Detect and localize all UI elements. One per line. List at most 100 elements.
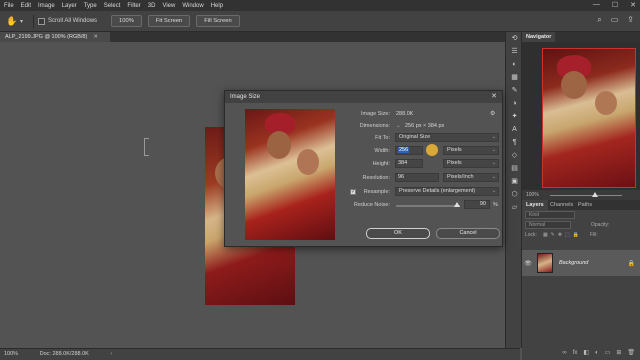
eye-icon[interactable]: 👁 [522, 260, 534, 267]
document-tab[interactable]: ALP_2199.JPG @ 100% (RGB/8) ✕ [0, 32, 110, 42]
menu-file[interactable]: File [4, 3, 14, 9]
navigator-thumbnail[interactable] [542, 48, 636, 188]
color-icon[interactable]: ◐ [506, 58, 523, 71]
menu-image[interactable]: Image [38, 3, 55, 9]
dialog-title-bar[interactable]: Image Size ✕ [225, 91, 502, 103]
menu-layer[interactable]: Layer [62, 3, 77, 9]
photoshop-window: File Edit Image Layer Type Select Filter… [0, 0, 640, 360]
lock-icon[interactable]: 🔒 [628, 260, 635, 267]
reduce-noise-slider[interactable] [396, 205, 460, 207]
resample-checkbox[interactable]: ✓ [350, 189, 356, 195]
navigator-zoom-value[interactable]: 100% [526, 192, 539, 198]
close-icon[interactable]: ✕ [93, 34, 98, 40]
resolution-unit-select[interactable]: Pixels/Inch ⌄ [443, 173, 499, 182]
menu-view[interactable]: View [162, 3, 175, 9]
minimize-button[interactable]: — [593, 1, 600, 9]
properties-icon[interactable]: ☰ [506, 45, 523, 58]
resolution-unit: Pixels/Inch [447, 174, 474, 180]
adjustments-icon[interactable]: ◑ [506, 97, 523, 110]
timeline-icon[interactable]: ▱ [506, 201, 523, 214]
libraries-icon[interactable]: ▣ [506, 175, 523, 188]
height-label: Height: [372, 161, 390, 167]
menu-type[interactable]: Type [84, 3, 97, 9]
resolution-input[interactable]: 96 [395, 173, 439, 182]
navigator-zoom-slider[interactable] [550, 195, 622, 196]
menu-help[interactable]: Help [211, 3, 223, 9]
search-icon[interactable]: ⌕ [597, 15, 601, 25]
adjustment-layer-icon[interactable]: ◐ [595, 347, 599, 360]
paragraph-icon[interactable]: ¶ [506, 136, 523, 149]
chevron-down-icon: ⌄ [491, 188, 496, 194]
width-input[interactable]: 256 [395, 146, 423, 155]
history-icon[interactable]: ⟲ [506, 32, 523, 45]
navigator-preview[interactable] [522, 42, 640, 190]
cancel-button[interactable]: Cancel [436, 228, 500, 239]
tab-navigator[interactable]: Navigator [522, 32, 556, 42]
zoom-100-button[interactable]: 100% [111, 15, 142, 27]
hand-tool-icon[interactable]: ✋ [6, 15, 18, 27]
document-tab-title: ALP_2199.JPG @ 100% (RGB/8) [5, 34, 88, 40]
reduce-noise-unit: % [493, 202, 498, 208]
mask-icon[interactable]: ◧ [583, 347, 589, 360]
blend-mode-select[interactable]: Normal [525, 221, 571, 229]
menu-window[interactable]: Window [182, 3, 203, 9]
glyphs-icon[interactable]: ◇ [506, 149, 523, 162]
status-zoom[interactable]: 100% [4, 351, 18, 357]
fit-to-select[interactable]: Original Size ⌄ [395, 133, 499, 142]
notes-icon[interactable]: ▤ [506, 162, 523, 175]
status-bar: 100% Doc: 288.0K/288.0K › [0, 348, 520, 360]
navigator-zoom-handle[interactable] [592, 192, 598, 197]
styles-icon[interactable]: ✦ [506, 110, 523, 123]
lock-label: Lock: [525, 232, 537, 238]
group-icon[interactable]: ▭ [605, 347, 611, 360]
ok-button[interactable]: OK [366, 228, 430, 239]
new-layer-icon[interactable]: ⊞ [616, 347, 621, 360]
image-preview[interactable] [245, 109, 335, 240]
navigator-tabs: Navigator [522, 32, 640, 42]
chevron-right-icon[interactable]: › [110, 351, 112, 357]
link-icon[interactable]: ∞ [562, 347, 566, 360]
brush-icon[interactable]: ✎ [506, 84, 523, 97]
bride-face-shape [595, 91, 617, 115]
tab-layers[interactable]: Layers [522, 200, 548, 210]
menu-filter[interactable]: Filter [127, 3, 140, 9]
fit-screen-button[interactable]: Fit Screen [147, 15, 191, 27]
workspace-icon[interactable]: ▭ [611, 15, 619, 25]
menu-edit[interactable]: Edit [21, 3, 31, 9]
resample-select[interactable]: Preserve Details (enlargement) ⌄ [395, 187, 499, 196]
dimensions-label: Dimensions: [359, 123, 390, 129]
status-doc-size: Doc: 288.0K/288.0K [39, 351, 89, 357]
reduce-noise-input[interactable]: 90 [464, 200, 490, 209]
width-value: 256 [398, 147, 410, 153]
3d-icon[interactable]: ⬡ [506, 188, 523, 201]
tab-channels[interactable]: Channels [546, 200, 577, 210]
tab-paths[interactable]: Paths [574, 200, 596, 210]
navigator-zoom-bar: 100% [522, 190, 640, 200]
gear-icon[interactable]: ⚙ [490, 109, 495, 119]
menu-select[interactable]: Select [104, 3, 121, 9]
height-input[interactable]: 384 [395, 159, 423, 168]
constrain-proportions-link[interactable] [144, 138, 149, 156]
lock-icons[interactable]: ▦✎✥⬚🔒 [543, 232, 582, 238]
character-icon[interactable]: A [506, 123, 523, 136]
share-icon[interactable]: ⇪ [627, 15, 634, 25]
image-size-dialog: Image Size ✕ Image Size: 288.0K ⚙ Dimens… [224, 90, 503, 247]
layer-background[interactable]: 👁 Background 🔒 [522, 250, 640, 276]
close-icon[interactable]: ✕ [491, 91, 497, 103]
kind-filter[interactable]: Kind [525, 211, 575, 219]
close-window-button[interactable]: ✕ [630, 1, 636, 9]
width-unit-select[interactable]: Pixels ⌄ [443, 146, 499, 155]
fx-icon[interactable]: fx [573, 347, 578, 360]
swatches-icon[interactable]: ▦ [506, 71, 523, 84]
chevron-down-icon[interactable]: ⌄ [396, 121, 401, 131]
trash-icon[interactable]: 🗑 [627, 347, 635, 360]
layers-footer: ∞ fx ◧ ◐ ▭ ⊞ 🗑 [522, 347, 640, 360]
menu-3d[interactable]: 3D [148, 3, 156, 9]
fill-screen-button[interactable]: Fill Screen [196, 15, 240, 27]
resample-label: Resample: [363, 189, 390, 195]
height-unit-select[interactable]: Pixels ⌄ [443, 159, 499, 168]
scroll-all-windows-checkbox[interactable] [38, 17, 46, 25]
chevron-down-icon[interactable]: ▾ [20, 18, 23, 25]
reduce-noise-handle[interactable] [454, 202, 460, 207]
maximize-button[interactable]: ☐ [612, 1, 618, 9]
